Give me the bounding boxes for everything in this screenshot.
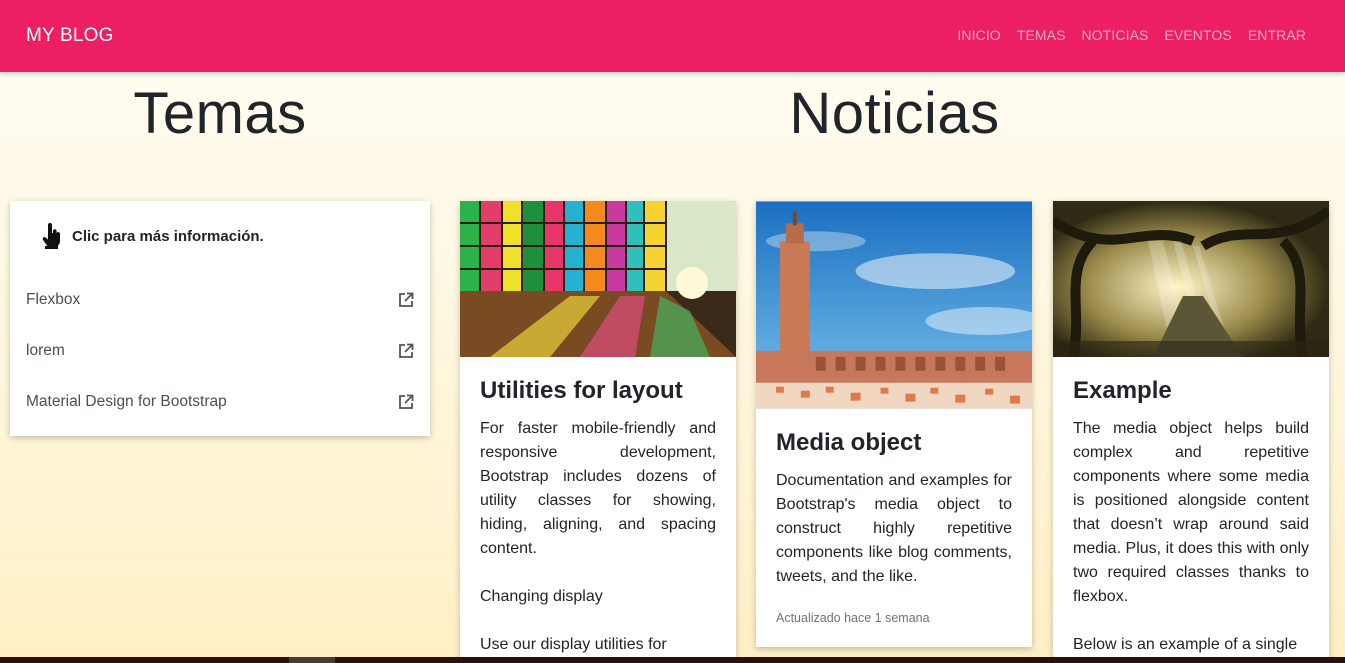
temas-heading: Temas	[133, 81, 307, 146]
card-title[interactable]: Example	[1073, 377, 1309, 405]
noticias-heading: Noticias	[789, 81, 1000, 146]
news-card-utilities: Utilities for layout For faster mobile-f…	[460, 201, 736, 663]
topic-item-flexbox[interactable]: Flexbox	[26, 285, 414, 315]
brand-logo[interactable]: MY BLOG	[26, 25, 114, 47]
nav-link-inicio[interactable]: INICIO	[957, 27, 1000, 43]
card-text: The media object helps build complex and…	[1073, 417, 1309, 657]
topic-label: Material Design for Bootstrap	[26, 393, 227, 410]
scrollbar-thumb[interactable]	[289, 657, 335, 663]
card-updated-text: Actualizado hace 1 semana	[776, 611, 930, 625]
external-link-icon[interactable]	[398, 343, 414, 359]
navbar: MY BLOG INICIO TEMAS NOTICIAS EVENTOS EN…	[0, 0, 1345, 72]
nav-links: INICIO TEMAS NOTICIAS EVENTOS ENTRAR	[957, 27, 1306, 43]
topic-item-mdb[interactable]: Material Design for Bootstrap	[26, 387, 414, 417]
topic-label: lorem	[26, 342, 65, 359]
card-paragraph: For faster mobile-friendly and responsiv…	[480, 420, 716, 557]
topic-label: Flexbox	[26, 291, 81, 308]
external-link-icon[interactable]	[398, 394, 414, 410]
card-paragraph: Documentation and examples for Bootstrap…	[776, 472, 1012, 585]
nav-link-entrar[interactable]: ENTRAR	[1248, 27, 1306, 43]
card-paragraph: Use our display utilities for	[480, 636, 667, 653]
forest-road-photo	[1053, 201, 1329, 357]
topic-item-lorem[interactable]: lorem	[26, 336, 414, 366]
card-paragraph: Changing display	[480, 588, 603, 605]
card-text: Documentation and examples for Bootstrap…	[776, 469, 1012, 589]
news-card-media-object: Media object Documentation and examples …	[756, 201, 1032, 647]
card-paragraph: The media object helps build complex and…	[1073, 420, 1309, 605]
stained-glass-building-photo	[460, 201, 736, 357]
nav-link-noticias[interactable]: NOTICIAS	[1082, 27, 1149, 43]
horizontal-scrollbar[interactable]	[0, 657, 1345, 663]
nav-link-temas[interactable]: TEMAS	[1017, 27, 1066, 43]
card-paragraph: Below is an example of a single	[1073, 636, 1298, 653]
hand-pointer-icon	[42, 223, 62, 249]
nav-link-eventos[interactable]: EVENTOS	[1164, 27, 1231, 43]
card-title[interactable]: Utilities for layout	[480, 377, 716, 405]
news-card-example: Example The media object helps build com…	[1053, 201, 1329, 663]
topics-header-text: Clic para más información.	[72, 227, 264, 245]
topics-card: Clic para más información. Flexbox lorem…	[10, 201, 430, 436]
mosque-minaret-photo	[756, 201, 1032, 409]
card-title[interactable]: Media object	[776, 429, 1012, 457]
card-text: For faster mobile-friendly and responsiv…	[480, 417, 716, 657]
topics-header: Clic para más información.	[42, 223, 264, 249]
external-link-icon[interactable]	[398, 292, 414, 308]
